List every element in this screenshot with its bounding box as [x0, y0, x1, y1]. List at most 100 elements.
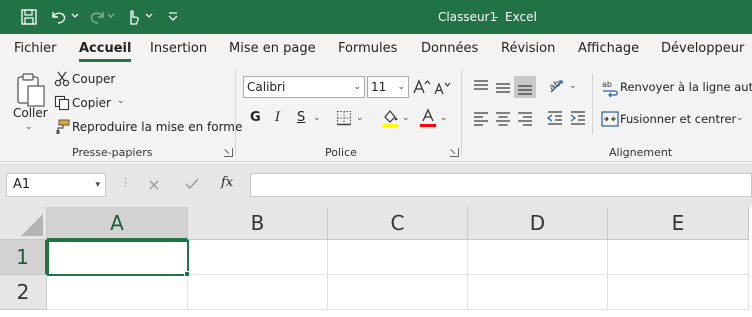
- cell-e1[interactable]: [608, 240, 749, 275]
- enter-icon[interactable]: [185, 178, 199, 190]
- bold-button[interactable]: G: [250, 110, 261, 125]
- borders-dropdown-icon[interactable]: ⌄: [356, 113, 364, 123]
- align-top-icon[interactable]: [472, 78, 490, 96]
- decrease-font-size-icon[interactable]: [434, 80, 452, 96]
- column-header-c[interactable]: C: [328, 207, 468, 240]
- tab-donnees[interactable]: Données: [421, 34, 478, 64]
- column-header-a[interactable]: A: [47, 207, 188, 240]
- italic-button[interactable]: I: [275, 110, 280, 125]
- font-color-icon[interactable]: [419, 108, 437, 128]
- chevron-down-icon[interactable]: [144, 11, 154, 21]
- align-middle-icon[interactable]: [494, 78, 512, 96]
- font-name-value: Calibri: [247, 80, 286, 94]
- tab-fichier[interactable]: Fichier: [14, 34, 57, 64]
- cell-a2[interactable]: [47, 275, 188, 310]
- tab-revision[interactable]: Révision: [501, 34, 555, 64]
- cell-b2[interactable]: [188, 275, 328, 310]
- touch-mode-icon[interactable]: [124, 8, 142, 26]
- align-bottom-icon[interactable]: [514, 76, 536, 98]
- borders-icon[interactable]: [336, 110, 352, 126]
- customize-toolbar-icon[interactable]: [166, 10, 180, 24]
- tab-accueil[interactable]: Accueil: [79, 34, 132, 64]
- clipboard-launcher-icon[interactable]: [224, 148, 233, 157]
- paste-icon[interactable]: [15, 72, 47, 108]
- undo-icon[interactable]: [50, 8, 68, 26]
- underline-dropdown-icon[interactable]: ⌄: [313, 113, 321, 123]
- column-header-d[interactable]: D: [468, 207, 608, 240]
- merge-center-button[interactable]: Fusionner et centrer: [620, 112, 736, 126]
- font-size-value: 11: [371, 80, 387, 94]
- merge-dropdown-icon[interactable]: ⌄: [736, 113, 744, 123]
- copy-dropdown-icon[interactable]: ⌄: [117, 96, 125, 106]
- wrap-text-button[interactable]: Renvoyer à la ligne autom: [620, 80, 752, 94]
- splitter-handle-icon[interactable]: ⋮: [120, 176, 131, 189]
- chevron-down-icon[interactable]: ⌄: [353, 77, 361, 97]
- alignment-group-label: Alignement: [609, 146, 673, 159]
- tab-mise-en-page[interactable]: Mise en page: [229, 34, 316, 64]
- tab-formules[interactable]: Formules: [338, 34, 397, 64]
- merge-center-icon[interactable]: [601, 111, 619, 127]
- chevron-down-icon[interactable]: ⌄: [397, 77, 405, 97]
- chevron-down-icon[interactable]: [70, 11, 80, 21]
- copy-button[interactable]: Copier: [72, 96, 111, 110]
- formula-input[interactable]: [250, 173, 752, 197]
- font-size-field[interactable]: 11 ⌄: [367, 76, 409, 98]
- row-header-2[interactable]: 2: [0, 275, 47, 310]
- column-header-e[interactable]: E: [608, 207, 749, 240]
- window-title-doc: Classeur1: [438, 10, 498, 24]
- cell-e2[interactable]: [608, 275, 749, 310]
- name-box[interactable]: A1 ▾: [6, 173, 106, 197]
- tab-developpeur[interactable]: Développeur: [661, 34, 744, 64]
- wrap-text-icon[interactable]: ab: [601, 79, 619, 97]
- cell-c1[interactable]: [328, 240, 468, 275]
- paste-dropdown-icon[interactable]: ⌄: [25, 122, 33, 132]
- name-box-value: A1: [13, 177, 31, 192]
- save-icon[interactable]: [20, 8, 38, 26]
- group-separator: [592, 74, 593, 134]
- underline-button[interactable]: S: [297, 110, 305, 125]
- format-painter-icon[interactable]: [54, 119, 70, 135]
- cell-b1[interactable]: [188, 240, 328, 275]
- row-header-1[interactable]: 1: [0, 240, 47, 275]
- increase-font-size-icon[interactable]: [413, 78, 431, 96]
- chevron-down-icon[interactable]: ▾: [95, 174, 100, 196]
- cut-button[interactable]: Couper: [72, 72, 115, 86]
- ribbon-tabs: Fichier Accueil Insertion Mise en page F…: [0, 34, 752, 64]
- font-color-dropdown-icon[interactable]: ⌄: [440, 113, 448, 123]
- cancel-icon[interactable]: [148, 179, 160, 191]
- paste-button[interactable]: Coller: [13, 106, 48, 120]
- align-right-icon[interactable]: [516, 110, 534, 126]
- window-title-sep: -: [494, 10, 499, 24]
- chevron-down-icon: [106, 11, 116, 21]
- increase-indent-icon[interactable]: [569, 110, 587, 126]
- ribbon: Coller ⌄ Couper Copier ⌄ Reproduire la m…: [0, 64, 752, 162]
- format-painter-button[interactable]: Reproduire la mise en forme: [72, 120, 242, 134]
- decrease-indent-icon[interactable]: [546, 110, 564, 126]
- group-separator: [461, 70, 462, 156]
- copy-icon[interactable]: [54, 95, 70, 111]
- font-group-label: Police: [325, 146, 357, 159]
- scissors-icon[interactable]: [54, 71, 70, 87]
- tab-insertion[interactable]: Insertion: [150, 34, 207, 64]
- select-all-button[interactable]: [0, 207, 47, 240]
- orientation-dropdown-icon[interactable]: ⌄: [569, 81, 577, 91]
- spreadsheet-grid: A B C D E 1 2: [0, 207, 752, 317]
- cell-c2[interactable]: [328, 275, 468, 310]
- tab-affichage[interactable]: Affichage: [578, 34, 639, 64]
- group-separator: [235, 70, 236, 156]
- orientation-icon[interactable]: ab: [547, 77, 567, 95]
- cell-d2[interactable]: [468, 275, 608, 310]
- font-launcher-icon[interactable]: [450, 148, 459, 157]
- cell-a1[interactable]: [47, 240, 189, 276]
- column-header-b[interactable]: B: [188, 207, 328, 240]
- cell-d1[interactable]: [468, 240, 608, 275]
- clipboard-group-label: Presse-papiers: [72, 146, 153, 159]
- align-left-icon[interactable]: [472, 110, 490, 126]
- font-name-field[interactable]: Calibri ⌄: [243, 76, 365, 98]
- fill-handle[interactable]: [184, 271, 190, 277]
- fill-color-icon[interactable]: [381, 108, 399, 128]
- insert-function-button[interactable]: fx: [221, 175, 233, 190]
- fill-color-dropdown-icon[interactable]: ⌄: [402, 113, 410, 123]
- title-bar: Classeur1 - Excel: [0, 0, 752, 34]
- align-center-icon[interactable]: [494, 110, 512, 126]
